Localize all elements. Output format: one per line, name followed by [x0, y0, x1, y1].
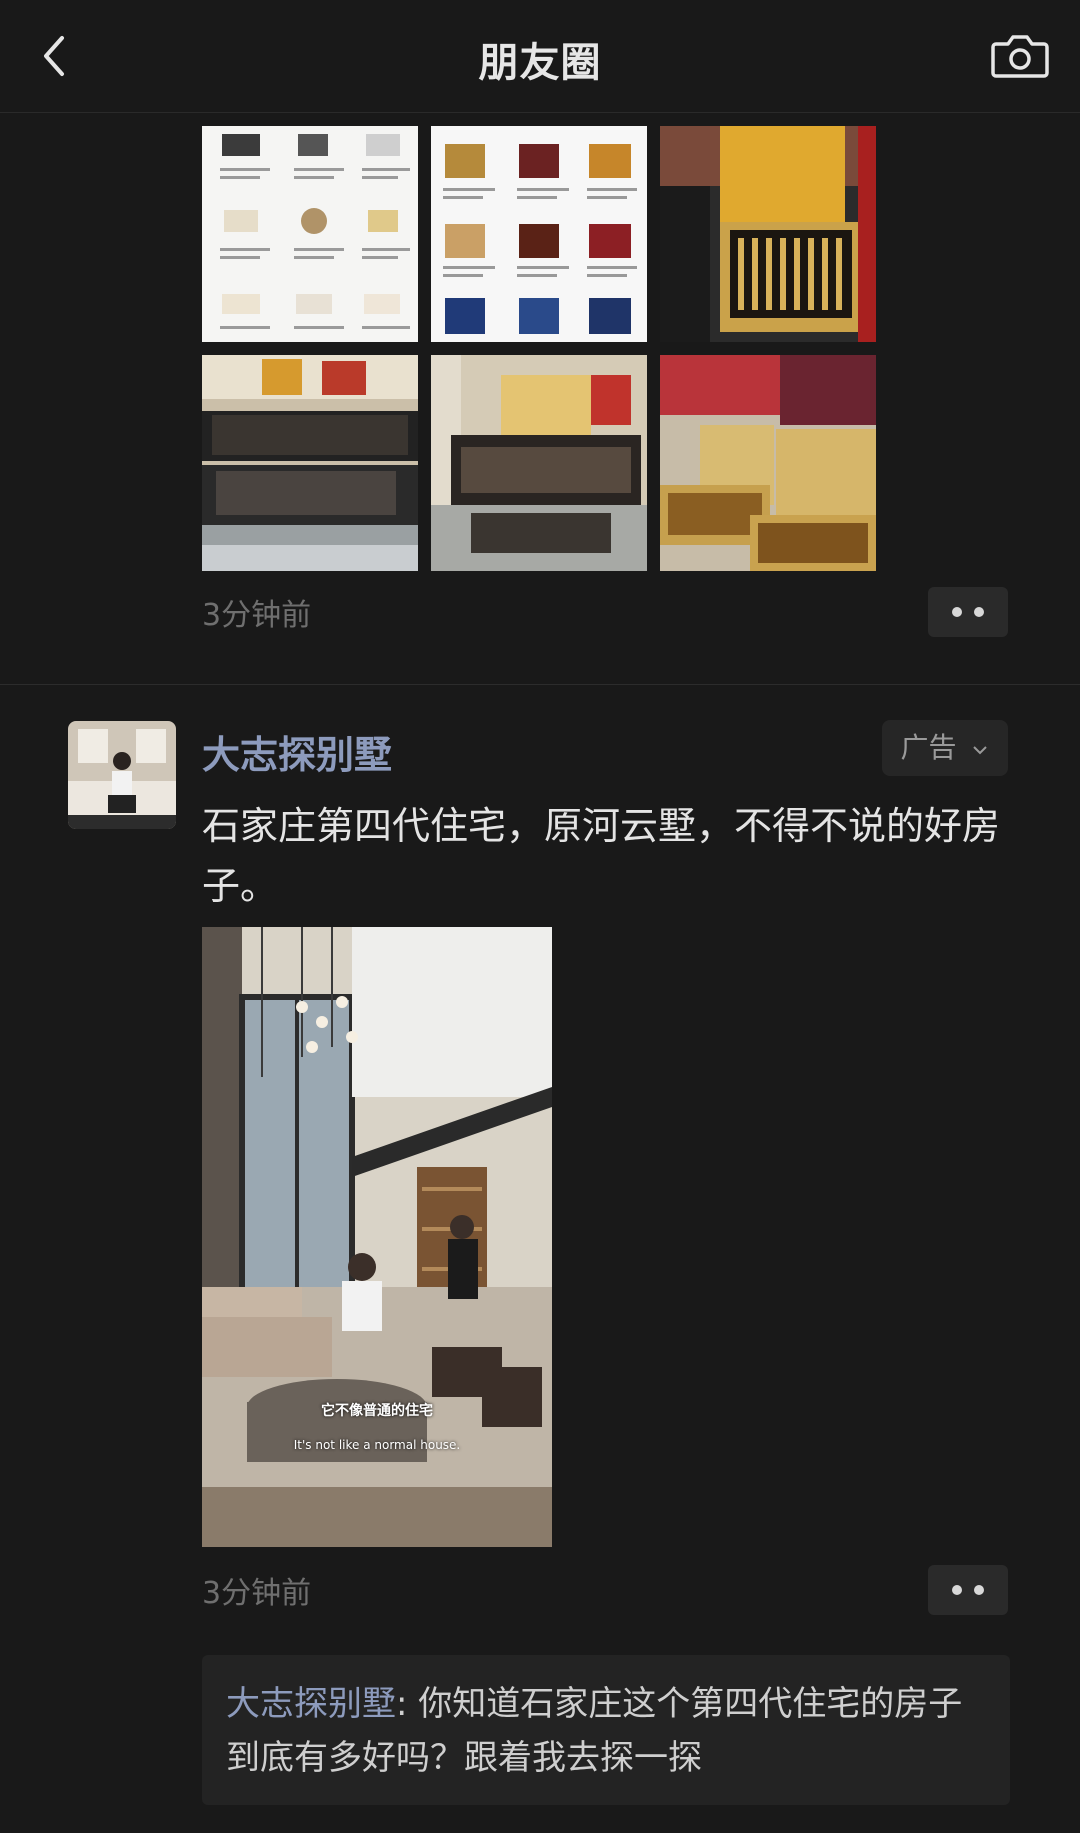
post-divider — [0, 684, 1080, 685]
comment-separator: : — [396, 1684, 419, 1724]
page-title: 朋友圈 — [478, 40, 602, 86]
top-navigation-bar: 朋友圈 — [0, 0, 1080, 113]
post-content-text: 石家庄第四代住宅，原河云墅，不得不说的好房子。 — [202, 804, 1001, 908]
avatar[interactable] — [68, 721, 176, 829]
post-image[interactable] — [202, 355, 418, 571]
post-timestamp: 3分钟前 — [202, 598, 312, 633]
post-image[interactable] — [660, 126, 876, 342]
dot-icon — [974, 607, 984, 617]
comment-author[interactable]: 大志探别墅 — [226, 1684, 396, 1724]
chevron-down-icon — [973, 746, 988, 755]
post-image[interactable] — [431, 355, 647, 571]
dot-icon — [952, 1585, 962, 1595]
post-image[interactable] — [202, 126, 418, 342]
dot-icon — [974, 1585, 984, 1595]
camera-button[interactable] — [988, 28, 1052, 84]
post-video[interactable]: 它不像普通的住宅 It's not like a normal house. — [202, 927, 552, 1547]
more-options-button[interactable] — [928, 1565, 1008, 1615]
video-subtitle-en: It's not like a normal house. — [293, 1438, 461, 1452]
ad-badge[interactable]: 广告 — [882, 720, 1008, 776]
comment-box: 大志探别墅: 你知道石家庄这个第四代住宅的房子到底有多好吗？跟着我去探一探 — [202, 1655, 1010, 1805]
more-options-button[interactable] — [928, 587, 1008, 637]
post-author-name[interactable]: 大志探别墅 — [202, 724, 392, 779]
post-image-grid — [202, 126, 876, 571]
ad-label: 广告 — [900, 731, 957, 764]
post-image[interactable] — [660, 355, 876, 571]
video-subtitle-cn: 它不像普通的住宅 — [321, 1403, 433, 1419]
dot-icon — [952, 607, 962, 617]
comment: 大志探别墅: 你知道石家庄这个第四代住宅的房子到底有多好吗？跟着我去探一探 — [226, 1677, 996, 1785]
camera-icon — [991, 35, 1049, 78]
post-image[interactable] — [431, 126, 647, 342]
post-timestamp: 3分钟前 — [202, 1576, 312, 1611]
